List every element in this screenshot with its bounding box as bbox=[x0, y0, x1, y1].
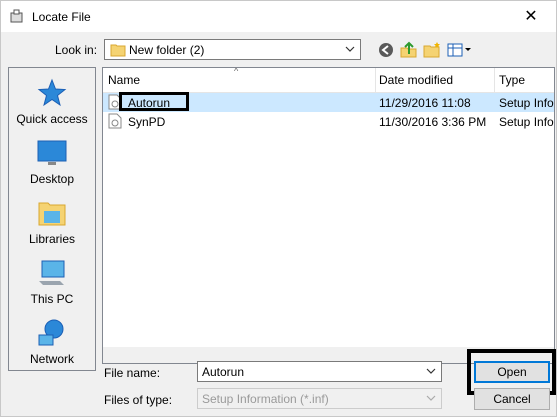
file-type: Setup Infor bbox=[499, 115, 555, 129]
chevron-down-icon[interactable] bbox=[425, 365, 437, 377]
place-label: Network bbox=[29, 352, 74, 366]
file-name-label: File name: bbox=[104, 366, 161, 380]
close-icon: ✕ bbox=[524, 8, 538, 25]
file-type-dropdown[interactable]: Setup Information (*.inf) bbox=[197, 388, 442, 409]
file-row[interactable]: Autorun 11/29/2016 11:08 Setup Infor bbox=[103, 92, 555, 112]
column-header-row: ^ Name Date modified Type bbox=[103, 68, 554, 93]
column-header-name[interactable]: Name bbox=[108, 73, 140, 87]
places-bar: Quick access Desktop Libraries This PC N… bbox=[8, 67, 96, 371]
place-label: Desktop bbox=[29, 172, 75, 186]
file-name: SynPD bbox=[128, 115, 166, 129]
place-label: This PC bbox=[30, 292, 74, 306]
column-header-type[interactable]: Type bbox=[499, 73, 525, 87]
look-in-label: Look in: bbox=[55, 43, 98, 57]
open-button[interactable]: Open bbox=[474, 361, 550, 383]
file-date: 11/29/2016 11:08 bbox=[379, 96, 471, 110]
close-button[interactable]: ✕ bbox=[506, 1, 556, 32]
file-type-value: Setup Information (*.inf) bbox=[202, 392, 329, 406]
folder-icon bbox=[110, 44, 126, 57]
column-header-date[interactable]: Date modified bbox=[379, 73, 453, 87]
chevron-down-icon bbox=[345, 46, 355, 52]
title-bar[interactable]: Locate File ✕ bbox=[1, 1, 556, 32]
file-name-value: Autorun bbox=[202, 365, 245, 379]
libraries-icon bbox=[38, 202, 66, 226]
locate-file-dialog: Locate File ✕ Look in: New folder (2) Qu… bbox=[0, 0, 557, 417]
new-folder-icon[interactable] bbox=[422, 40, 442, 60]
network-icon bbox=[38, 319, 64, 346]
file-row[interactable]: SynPD 11/30/2016 3:36 PM Setup Infor bbox=[103, 112, 554, 131]
desktop-icon bbox=[37, 140, 67, 165]
cancel-button[interactable]: Cancel bbox=[474, 388, 550, 410]
sort-ascending-icon: ^ bbox=[234, 67, 239, 76]
star-icon bbox=[37, 78, 67, 107]
setup-file-icon bbox=[108, 113, 122, 129]
look-in-dropdown[interactable]: New folder (2) bbox=[104, 39, 361, 60]
file-list[interactable]: ^ Name Date modified Type Autorun 11/29/… bbox=[102, 67, 555, 348]
chevron-down-icon bbox=[426, 395, 436, 401]
place-label: Libraries bbox=[28, 232, 76, 246]
view-menu-icon[interactable] bbox=[446, 40, 472, 60]
look-in-value: New folder (2) bbox=[129, 43, 205, 57]
back-icon[interactable] bbox=[376, 40, 396, 60]
place-label: Quick access bbox=[16, 112, 88, 126]
file-type-label: Files of type: bbox=[104, 393, 173, 407]
up-folder-icon[interactable] bbox=[399, 40, 419, 60]
file-name-input[interactable]: Autorun bbox=[197, 361, 442, 382]
file-name: Autorun bbox=[128, 96, 171, 110]
window-title: Locate File bbox=[32, 10, 91, 24]
app-icon bbox=[10, 9, 23, 23]
file-date: 11/30/2016 3:36 PM bbox=[379, 115, 487, 129]
file-type: Setup Infor bbox=[499, 96, 555, 110]
computer-icon bbox=[39, 260, 65, 285]
